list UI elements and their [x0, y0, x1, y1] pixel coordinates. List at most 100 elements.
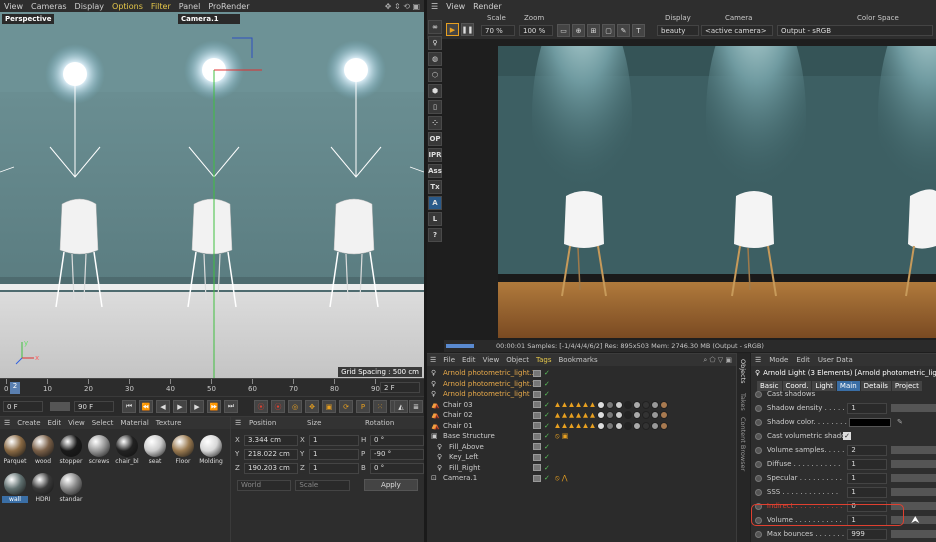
object-row[interactable]: ♀ Arnold photometric_light ✓ — [427, 389, 736, 400]
record-icon[interactable]: ⦿ — [254, 400, 268, 413]
material-tag-icon[interactable] — [660, 411, 668, 420]
viewport-nav-icons[interactable]: ✥ ⇕ ⟲ ▣ — [385, 2, 420, 11]
coord-rot-field[interactable]: 0 ° — [370, 462, 424, 474]
object-row[interactable]: ⛺ Chair 01 ✓ — [427, 421, 736, 432]
material-tag-icon[interactable] — [615, 400, 623, 409]
enable-check-icon[interactable]: ✓ — [544, 453, 550, 461]
material-swatch[interactable]: wood — [30, 433, 56, 469]
phong-tag-icon[interactable] — [555, 402, 560, 408]
rotation-key-icon[interactable]: ⟳ — [339, 400, 353, 413]
attr-value-field[interactable]: 1 — [847, 486, 887, 498]
coord-pos-field[interactable]: 3.344 cm — [244, 434, 298, 446]
animate-radio[interactable] — [755, 418, 762, 426]
material-swatch[interactable]: Floor — [170, 433, 196, 469]
color-picker-icon[interactable]: ✎ — [617, 24, 630, 37]
object-name[interactable]: Arnold photometric_light.2 — [443, 369, 533, 377]
enable-check-icon[interactable]: ✓ — [544, 411, 550, 419]
tab-takes[interactable]: Takes — [739, 393, 747, 411]
animate-radio[interactable] — [755, 390, 762, 398]
material-tag-icon[interactable] — [615, 411, 623, 420]
object-name[interactable]: Arnold photometric_light.1 — [443, 380, 533, 388]
material-menu-icon[interactable]: ☰ — [4, 419, 10, 427]
object-tags[interactable] — [555, 400, 669, 409]
attr-menu-icon[interactable]: ☰ — [755, 356, 761, 364]
attr-slider[interactable] — [890, 474, 936, 482]
play-icon[interactable]: ▶ — [173, 400, 187, 413]
tool-tx-icon[interactable]: Tx — [428, 180, 442, 194]
mat-menu-select[interactable]: Select — [92, 419, 114, 427]
color-space-dropdown[interactable]: Output - sRGB — [777, 25, 933, 36]
frame-range-slider[interactable] — [50, 402, 70, 411]
object-row[interactable]: ♀ Key_Left ✓ — [427, 452, 736, 463]
material-tag-icon[interactable] — [597, 400, 605, 409]
mat-menu-edit[interactable]: Edit — [48, 419, 62, 427]
coords-menu-icon[interactable]: ☰ — [235, 419, 249, 427]
camera-tag-icon[interactable]: ⦸ ⋀ — [555, 474, 568, 483]
enable-check-icon[interactable]: ✓ — [544, 401, 550, 409]
render-menu-render[interactable]: Render — [473, 2, 501, 11]
object-name[interactable]: Fill_Above — [449, 443, 539, 451]
enable-check-icon[interactable]: ✓ — [544, 422, 550, 430]
display-tag-icon[interactable]: ⦸ ▣ — [555, 432, 568, 441]
material-tag-icon[interactable] — [633, 421, 641, 430]
next-frame-icon[interactable]: ▶ — [190, 400, 204, 413]
tab-content-browser[interactable]: Content Browser — [739, 417, 747, 471]
object-row[interactable]: ⛺ Chair 03 ✓ — [427, 400, 736, 411]
render-menu-icon[interactable]: ☰ — [431, 2, 438, 11]
object-row[interactable]: ⊡ Camera.1 ✓ ⦸ ⋀ — [427, 473, 736, 484]
material-swatch[interactable]: stopper — [58, 433, 84, 469]
enable-check-icon[interactable]: ✓ — [544, 369, 550, 377]
material-swatch[interactable]: standar — [58, 471, 84, 507]
material-tag-icon[interactable] — [606, 421, 614, 430]
enable-check-icon[interactable]: ✓ — [544, 390, 550, 398]
phong-tag-icon[interactable] — [576, 423, 581, 429]
material-swatch[interactable]: screws — [86, 433, 112, 469]
attr-value-field[interactable]: 1 — [847, 472, 887, 484]
object-row[interactable]: ♀ Fill_Above ✓ — [427, 442, 736, 453]
coord-system-dropdown[interactable]: World — [237, 479, 292, 491]
material-tag-icon[interactable] — [606, 411, 614, 420]
layer-toggle[interactable] — [533, 369, 541, 377]
object-name[interactable]: Key_Left — [449, 453, 539, 461]
obj-menu-icon[interactable]: ☰ — [430, 356, 436, 364]
render-image[interactable] — [498, 46, 936, 338]
attr-tab[interactable]: Basic — [757, 380, 782, 391]
phong-tag-icon[interactable] — [583, 423, 588, 429]
enable-check-icon[interactable]: ✓ — [544, 443, 550, 451]
attr-value-field[interactable]: 1 — [847, 458, 887, 470]
coord-rot-field[interactable]: -90 ° — [370, 448, 424, 460]
phong-tag-icon[interactable] — [590, 412, 595, 418]
sound-icon[interactable]: ◭ — [394, 400, 408, 413]
phong-tag-icon[interactable] — [562, 423, 567, 429]
attr-menu-edit[interactable]: Edit — [796, 356, 810, 364]
tool-ass-icon[interactable]: Ass — [428, 164, 442, 178]
object-row[interactable]: ♀ Arnold photometric_light.1 ✓ — [427, 379, 736, 390]
crosshair-icon[interactable]: ⊕ — [572, 24, 585, 37]
layer-toggle[interactable] — [533, 422, 541, 430]
material-tag-icon[interactable] — [624, 421, 632, 430]
attr-menu-userdata[interactable]: User Data — [818, 356, 853, 364]
prev-key-icon[interactable]: ⏪ — [139, 400, 153, 413]
material-tag-icon[interactable] — [624, 411, 632, 420]
grid-icon[interactable]: ⊞ — [587, 24, 600, 37]
material-swatch[interactable]: Parquet — [2, 433, 28, 469]
obj-menu-view[interactable]: View — [483, 356, 500, 364]
layer-toggle[interactable] — [533, 401, 541, 409]
obj-menu-object[interactable]: Object — [506, 356, 529, 364]
object-row[interactable]: ⛺ Chair 02 ✓ — [427, 410, 736, 421]
scale-field[interactable]: 70 % — [481, 25, 515, 36]
timeline-ruler[interactable]: 10 20 30 40 50 60 70 80 90 0 2 2 F — [0, 378, 424, 396]
object-name[interactable]: Arnold photometric_light — [443, 390, 533, 398]
animate-radio[interactable] — [755, 474, 762, 482]
enable-check-icon[interactable]: ✓ — [544, 464, 550, 472]
tool-light-icon[interactable]: ♀ — [428, 36, 442, 50]
display-dropdown[interactable]: beauty — [657, 25, 699, 36]
autokey-icon[interactable]: ⦿ — [271, 400, 285, 413]
material-swatch[interactable]: seat — [142, 433, 168, 469]
shadow-color-swatch[interactable] — [849, 417, 891, 427]
menu-options[interactable]: Options — [112, 2, 143, 11]
object-tags[interactable] — [555, 411, 669, 420]
layer-toggle[interactable] — [533, 474, 541, 482]
current-frame-field[interactable]: 2 F — [380, 382, 420, 393]
material-tag-icon[interactable] — [633, 400, 641, 409]
